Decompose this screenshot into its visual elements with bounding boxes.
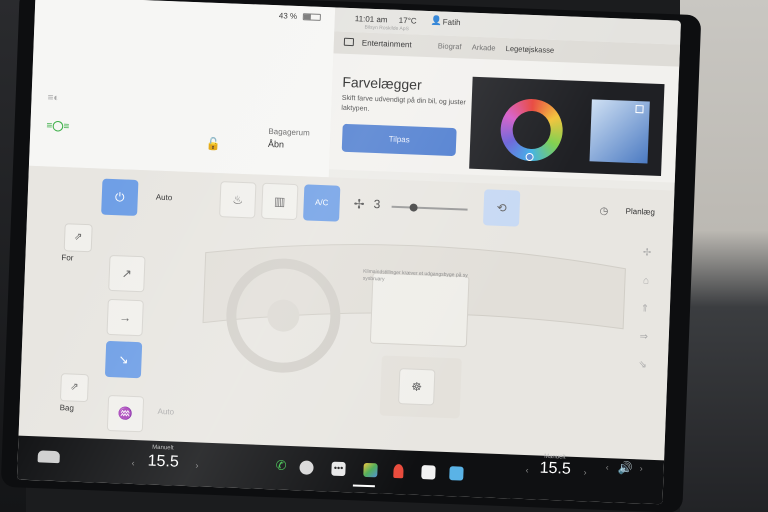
- rear-label: Bag: [59, 403, 75, 413]
- rear-seat-button[interactable]: ⇗: [59, 373, 89, 403]
- trunk-label: Bagagerum: [268, 126, 310, 138]
- schedule-button[interactable]: Planlæg: [625, 207, 655, 217]
- outside-temperature: 17°C: [398, 15, 417, 26]
- trunk-open-button[interactable]: Åbn: [268, 139, 284, 150]
- camera-icon[interactable]: [299, 460, 314, 475]
- toybox-icon[interactable]: [449, 466, 464, 481]
- user-profile[interactable]: Fatih: [443, 18, 461, 28]
- seat-icon: ⇗: [73, 231, 83, 243]
- climate-panel: ⏻ Auto ♨ ▥ A/C ✢ 3 ⟲ ◷ Planlæg ⇗ For ↗ →…: [18, 165, 675, 461]
- passenger-vent-mid-icon[interactable]: ⇒: [630, 323, 657, 352]
- rear-defrost-button[interactable]: ▥: [261, 182, 299, 221]
- color-wheel-handle[interactable]: [525, 152, 534, 162]
- colorizer-description: Skift farve udvendigt på din bil, og jus…: [341, 94, 466, 113]
- driver-temp-up-icon[interactable]: ›: [195, 460, 198, 470]
- fan-icon: ✢: [353, 196, 365, 212]
- seat-heater-icon: ♒: [117, 406, 134, 421]
- vent-body-button[interactable]: →: [106, 298, 144, 337]
- tab-legetojskasse[interactable]: Legetøjskasse: [506, 44, 555, 55]
- color-wheel-center: [511, 110, 552, 150]
- passenger-seat-icon[interactable]: ⌂: [632, 267, 659, 296]
- front-defrost-button[interactable]: ♨: [219, 181, 257, 219]
- app-launcher-icon[interactable]: [363, 462, 378, 478]
- steering-wheel-icon: ☸: [411, 379, 423, 395]
- clock: 11:01 am: [354, 14, 388, 25]
- front-seat-button[interactable]: ⇗: [63, 223, 93, 253]
- shade-picker[interactable]: [589, 99, 650, 164]
- vent-face-icon: ↗: [121, 266, 133, 281]
- rear-seat-icon: ⇗: [70, 381, 79, 393]
- tab-arkade[interactable]: Arkade: [472, 43, 496, 53]
- recirculation-icon: ⟲: [496, 200, 507, 216]
- steering-wheel-heat-button[interactable]: ☸: [398, 368, 436, 406]
- vent-body-icon: →: [118, 310, 132, 325]
- color-wheel[interactable]: [499, 97, 564, 163]
- passenger-temp-up-icon[interactable]: ›: [583, 467, 586, 477]
- recirculation-button[interactable]: ⟲: [482, 189, 521, 227]
- seat-auto-label[interactable]: Auto: [157, 407, 174, 417]
- volume-icon[interactable]: 🔊: [618, 461, 633, 476]
- customize-button[interactable]: Tilpas: [341, 123, 457, 157]
- active-app-indicator: [352, 484, 375, 488]
- passenger-vent-feet-icon[interactable]: ⇘: [629, 351, 656, 380]
- phone-icon[interactable]: ✆: [275, 457, 290, 472]
- driver-temp-down-icon[interactable]: ‹: [131, 458, 134, 468]
- passenger-temp-down-icon[interactable]: ‹: [525, 465, 528, 475]
- front-label: For: [61, 253, 74, 263]
- ac-button[interactable]: A/C: [303, 184, 341, 222]
- seat-heater-left-button[interactable]: ♒: [106, 394, 145, 433]
- color-picker-preview[interactable]: [469, 76, 665, 177]
- passenger-temperature[interactable]: 15.5: [539, 460, 571, 479]
- map-label: Bilsyn Roskilde ApS: [364, 24, 410, 33]
- power-icon: ⏻: [114, 190, 125, 205]
- parking-lights-icon[interactable]: ≡◯≡: [46, 120, 69, 132]
- volume-up-icon[interactable]: ›: [640, 463, 643, 473]
- entertainment-panel: Entertainment Biograf Arkade Legetøjskas…: [329, 31, 681, 183]
- rear-defrost-icon: ▥: [273, 194, 286, 209]
- car-status-panel: 43 % ≡◐ ≡◯≡ 🔓 Bagagerum Åbn: [28, 0, 336, 178]
- clock-icon[interactable]: ◷: [599, 206, 608, 217]
- headlights-icon[interactable]: ≡◐: [47, 92, 59, 103]
- shade-picker-handle[interactable]: [635, 105, 644, 114]
- fan-speed-value: 3: [373, 197, 381, 212]
- driver-temp-mode: Manuelt: [152, 444, 174, 452]
- driver-temperature[interactable]: 15.5: [147, 453, 179, 472]
- calendar-icon[interactable]: [421, 465, 436, 480]
- volume-down-icon[interactable]: ‹: [606, 462, 609, 472]
- passenger-vent-up-icon[interactable]: ⇑: [631, 295, 658, 324]
- battery-fill: [303, 14, 311, 20]
- touchscreen: 43 % ≡◐ ≡◯≡ 🔓 Bagagerum Åbn 11:01 am 17°…: [16, 0, 681, 505]
- passenger-vent-icon[interactable]: ✢: [633, 239, 660, 268]
- battery-icon: [302, 13, 321, 21]
- car-icon[interactable]: [37, 450, 60, 464]
- vent-feet-button[interactable]: ↘: [104, 340, 143, 379]
- vent-feet-icon: ↘: [118, 352, 129, 367]
- colorizer-title: Farvelægger: [342, 73, 423, 93]
- arcade-joystick-icon[interactable]: [393, 463, 404, 479]
- vent-face-button[interactable]: ↗: [108, 254, 146, 293]
- entertainment-icon: [343, 37, 355, 47]
- more-apps-icon[interactable]: •••: [331, 461, 346, 477]
- tab-biograf[interactable]: Biograf: [438, 41, 462, 51]
- entertainment-title[interactable]: Entertainment: [362, 38, 412, 49]
- front-defrost-icon: ♨: [232, 192, 244, 208]
- climate-auto-label[interactable]: Auto: [156, 193, 173, 203]
- user-icon[interactable]: 👤: [431, 15, 443, 26]
- climate-power-button[interactable]: ⏻: [101, 178, 139, 216]
- battery-label: 43 %: [278, 11, 298, 21]
- unlock-icon[interactable]: 🔓: [206, 137, 221, 152]
- passenger-vent-controls: ✢ ⌂ ⇑ ⇒ ⇘: [629, 239, 660, 380]
